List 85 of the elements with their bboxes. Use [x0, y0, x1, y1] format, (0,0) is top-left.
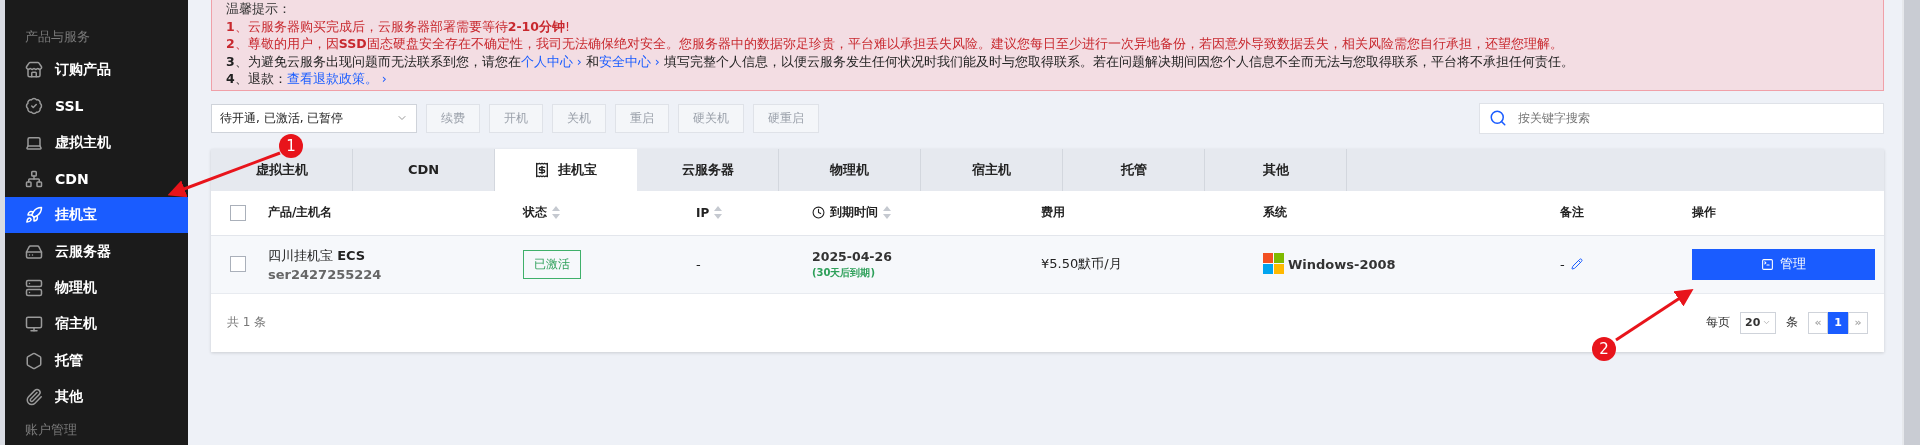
column-header: 系统	[1263, 204, 1287, 221]
manage-button[interactable]: 管理	[1692, 248, 1875, 280]
os-name: Windows-2008	[1288, 256, 1396, 272]
sidebar-item-label: 物理机	[55, 278, 97, 297]
tab[interactable]: 托管	[1063, 148, 1205, 191]
status-filter-dropdown[interactable]: 待开通, 已激活, 已暂停	[211, 103, 417, 133]
notice-line: 2、尊敬的用户，因SSD固态硬盘安全存在不确定性，我司无法确保绝对安全。您服务器中的数据弥足珍贵，平台难以承担丢失风险。建议您每日至少进行一次异地备份，若因意外导致数据丢失，相关风险需您自行承担，还望您理解。	[226, 35, 1564, 53]
notice-line: 1、云服务器购买完成后，云服务器部署需要等待2-10分钟!	[226, 17, 571, 35]
per-page-label: 每页	[1706, 314, 1730, 331]
checkbox[interactable]	[230, 204, 246, 221]
column-header: 到期时间	[830, 204, 878, 221]
checkbox[interactable]	[230, 256, 246, 272]
sort-icon[interactable]	[552, 206, 560, 219]
column-header: 产品/主机名	[268, 204, 333, 221]
sort-icon[interactable]	[883, 206, 891, 219]
page-button[interactable]: 1	[1828, 311, 1848, 334]
terminal-icon	[1761, 257, 1774, 271]
notice-link[interactable]: 安全中心 ›	[598, 53, 660, 69]
total-count: 共 1 条	[227, 314, 267, 331]
sidebar-item-label: 其他	[55, 387, 83, 406]
sidebar-item[interactable]: 物理机	[5, 269, 188, 307]
sidebar-item[interactable]: SSL	[5, 88, 188, 125]
windows-logo-icon	[1263, 253, 1285, 275]
sidebar-heading: 账户管理	[24, 420, 78, 439]
tab[interactable]: 挂机宝	[495, 148, 637, 191]
edit-icon[interactable]	[1570, 258, 1583, 270]
receipt-icon	[534, 161, 550, 178]
sidebar-item[interactable]: 订购产品	[5, 52, 188, 89]
sidebar-heading: 产品与服务	[24, 28, 91, 46]
sidebar-item-label: 虚拟主机	[55, 133, 111, 152]
remaining-days: (30天后到期)	[812, 265, 1041, 280]
page-size-select[interactable]: 20	[1740, 311, 1776, 334]
notice-title: 温馨提示：	[226, 0, 292, 18]
server-icon	[25, 278, 43, 297]
tab[interactable]: 宿主机	[921, 148, 1063, 191]
sidebar-item[interactable]: CDN	[5, 160, 188, 198]
badge-check-icon	[25, 97, 43, 116]
expiry-date: 2025-04-26	[812, 248, 893, 264]
notice-line: 3、为避免云服务出现问题而无法联系到您，请您在个人中心 › 和安全中心 › 填写完整个人信息，以便云服务发生任何状况时我们能及时与您取得联系。若在问题解决期间因您个人信息不全而无法与您取得联系，平台将不承担任何责任。	[226, 52, 1575, 70]
search-icon	[1489, 108, 1507, 127]
tab[interactable]: 物理机	[779, 148, 921, 191]
host-name: ser2427255224	[268, 266, 383, 282]
sidebar-item-label: CDN	[55, 171, 89, 188]
tab[interactable]: 云服务器	[637, 148, 779, 191]
sidebar-item[interactable]: 宿主机	[5, 306, 188, 343]
sidebar-item-label: 挂机宝	[55, 206, 97, 225]
store-icon	[25, 61, 43, 80]
notice-line: 4、退款：查看退款政策。 ›	[226, 70, 388, 88]
annotation-badge: 2	[1592, 337, 1616, 361]
annotation-badge: 1	[279, 134, 303, 158]
column-header: 状态	[523, 204, 547, 221]
sidebar-item[interactable]: 挂机宝	[5, 197, 188, 234]
notice-link[interactable]: 个人中心 ›	[520, 53, 582, 69]
column-header: 操作	[1692, 204, 1716, 221]
tab[interactable]: 其他	[1205, 148, 1347, 191]
remark-text: -	[1560, 256, 1565, 272]
sort-icon[interactable]	[714, 206, 723, 219]
network-icon	[25, 170, 43, 189]
scrollbar[interactable]	[1902, 0, 1920, 445]
column-header: IP	[696, 205, 710, 220]
search-field[interactable]: 按关键字搜索	[1479, 102, 1884, 134]
unit-label: 条	[1786, 314, 1798, 331]
drive-icon	[25, 242, 43, 261]
sidebar-item[interactable]: 云服务器	[5, 233, 188, 270]
sidebar-item-label: SSL	[55, 98, 84, 115]
paperclip-icon	[25, 387, 43, 406]
column-header: 费用	[1041, 204, 1065, 221]
sidebar-item-label: 宿主机	[55, 315, 97, 334]
ip-cell-text: -	[696, 256, 702, 272]
sidebar-item-label: 云服务器	[55, 242, 111, 261]
sidebar-item[interactable]: 托管	[5, 342, 188, 379]
sidebar-item[interactable]: 其他	[5, 378, 188, 415]
rocket-icon	[25, 206, 43, 225]
product-name: 四川挂机宝 ECS	[268, 246, 367, 265]
sidebar-item[interactable]: 虚拟主机	[5, 124, 188, 161]
monitor-icon	[25, 315, 43, 334]
hexagon-icon	[25, 351, 43, 370]
notice-link[interactable]: 查看退款政策。 ›	[286, 71, 387, 86]
clock-icon	[812, 206, 825, 219]
price-cell-text: ¥5.50默币/月	[1041, 255, 1123, 273]
column-header: 备注	[1560, 204, 1584, 221]
sidebar-item-label: 订购产品	[55, 61, 111, 80]
sidebar-item-label: 托管	[55, 351, 83, 370]
caret-icon	[1762, 318, 1771, 327]
status-tag: 已激活	[523, 249, 581, 279]
